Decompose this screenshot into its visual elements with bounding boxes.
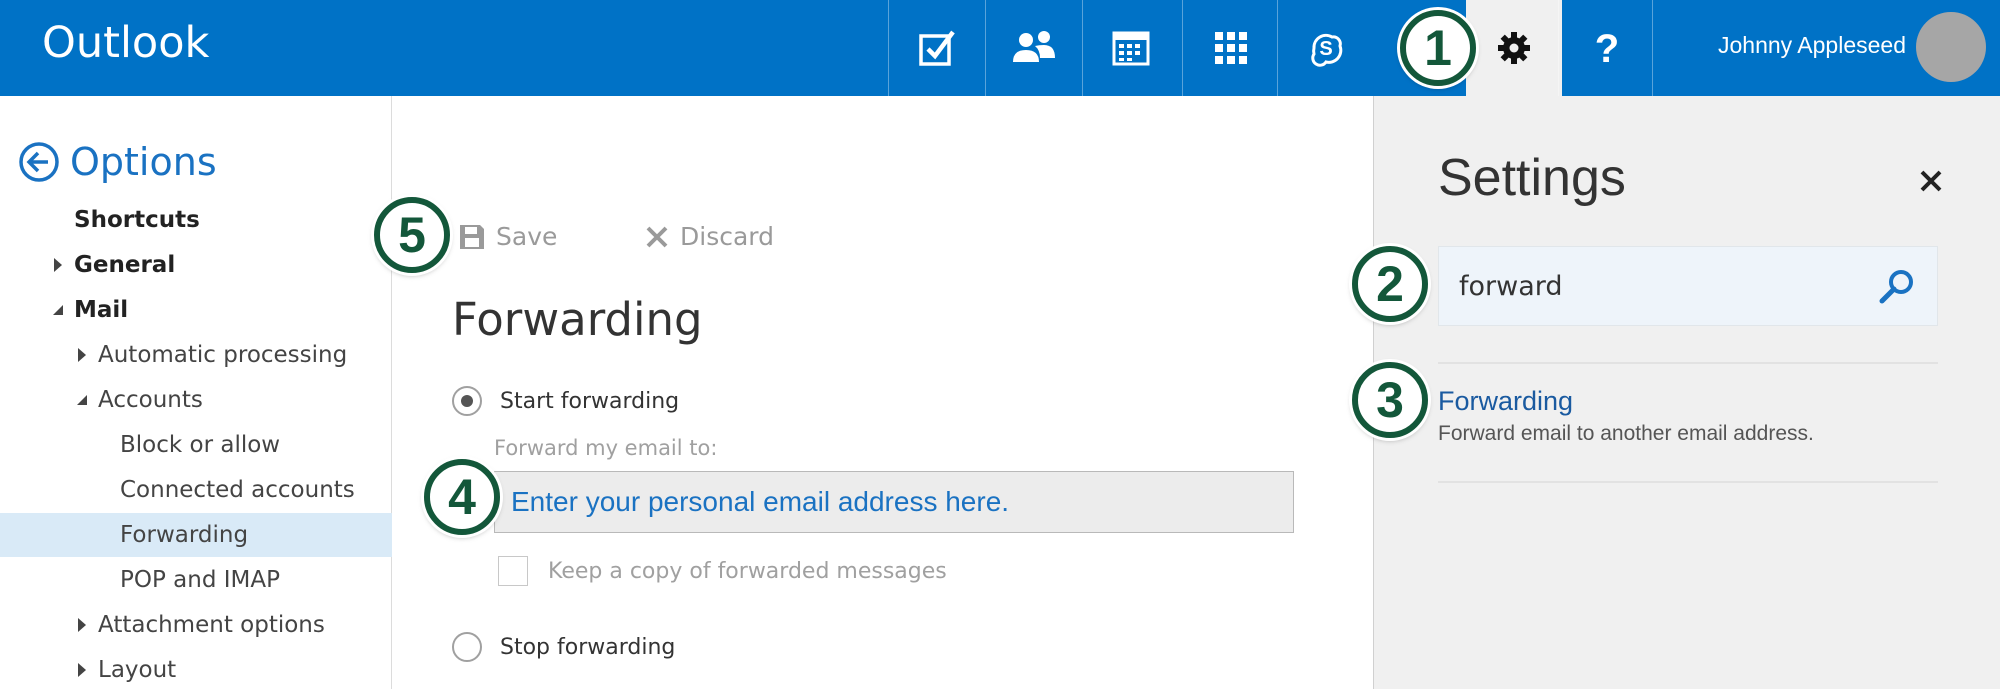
nav-item-general[interactable]: General: [0, 243, 392, 287]
nav-item-label: Layout: [98, 657, 177, 683]
keep-copy-checkbox[interactable]: [498, 556, 528, 586]
options-title: Options: [70, 140, 217, 184]
nav-item-label: Connected accounts: [120, 477, 355, 503]
search-result-description: Forward email to another email address.: [1438, 422, 1814, 445]
tasks-icon: [918, 30, 955, 66]
start-forwarding-radio[interactable]: [452, 386, 482, 416]
nav-item-forwarding[interactable]: Forwarding: [0, 513, 392, 557]
callout-badge-5: 5: [374, 197, 450, 273]
discard-label: Discard: [680, 222, 774, 251]
callout-badge-4: 4: [424, 459, 500, 535]
calendar-button[interactable]: [1082, 0, 1178, 96]
caret-right-icon: [74, 348, 90, 362]
nav-item-label: Accounts: [98, 387, 203, 413]
tasks-button[interactable]: [888, 0, 984, 96]
nav-item-attachment-options[interactable]: Attachment options: [0, 603, 392, 647]
caret-down-icon: [74, 395, 90, 405]
divider: [1438, 362, 1938, 364]
nav-item-automatic-processing[interactable]: Automatic processing: [0, 333, 392, 377]
app-brand[interactable]: Outlook: [42, 18, 209, 68]
save-label: Save: [496, 222, 558, 251]
settings-gear-button[interactable]: [1466, 0, 1562, 96]
settings-panel: Settings Forwarding Forward email to ano…: [1373, 96, 2000, 689]
nav-item-label: POP and IMAP: [120, 567, 280, 593]
caret-down-icon: [50, 305, 66, 315]
caret-right-icon: [74, 663, 90, 677]
help-icon: ?: [1594, 28, 1618, 68]
start-forwarding-option[interactable]: Start forwarding: [452, 386, 679, 416]
search-result-forwarding-link[interactable]: Forwarding: [1438, 386, 1573, 417]
nav-item-layout[interactable]: Layout: [0, 648, 392, 689]
stop-forwarding-radio[interactable]: [452, 632, 482, 662]
nav-item-label: Mail: [74, 297, 129, 323]
people-icon: [1012, 31, 1055, 62]
caret-right-icon: [74, 618, 90, 632]
help-button[interactable]: ?: [1558, 0, 1654, 96]
close-icon: [1920, 170, 1942, 192]
page-title: Forwarding: [452, 293, 703, 346]
settings-title: Settings: [1438, 149, 1626, 207]
save-icon: [460, 224, 484, 249]
back-arrow-icon: [19, 142, 59, 182]
stop-forwarding-option[interactable]: Stop forwarding: [452, 632, 675, 662]
settings-search-box[interactable]: [1438, 246, 1938, 326]
stop-forwarding-label: Stop forwarding: [500, 634, 676, 660]
nav-item-label: Shortcuts: [74, 207, 200, 233]
avatar[interactable]: [1916, 12, 1986, 82]
app-launcher-button[interactable]: [1182, 0, 1278, 96]
svg-text:?: ?: [1594, 28, 1618, 68]
search-icon[interactable]: [1877, 267, 1917, 312]
keep-copy-label: Keep a copy of forwarded messages: [548, 558, 947, 584]
caret-right-icon: [50, 258, 66, 272]
top-bar: Outlook S ? Johnny Appleseed: [0, 0, 2000, 96]
options-nav: Options Shortcuts General Mail Automatic…: [0, 96, 392, 689]
app-launcher-icon: [1214, 32, 1247, 64]
nav-item-accounts[interactable]: Accounts: [0, 378, 392, 422]
keep-copy-option[interactable]: Keep a copy of forwarded messages: [498, 556, 947, 586]
nav-item-label: Attachment options: [98, 612, 325, 638]
user-name[interactable]: Johnny Appleseed: [1718, 32, 1906, 59]
nav-item-label: Automatic processing: [98, 342, 348, 368]
settings-search-input[interactable]: [1459, 270, 1859, 302]
topbar-divider: [1652, 0, 1653, 96]
nav-item-shortcuts[interactable]: Shortcuts: [0, 198, 392, 242]
svg-text:S: S: [1319, 38, 1332, 60]
forward-email-input[interactable]: Enter your personal email address here.: [494, 471, 1294, 533]
nav-item-label: Block or allow: [120, 432, 281, 458]
nav-item-connected-accounts[interactable]: Connected accounts: [0, 468, 392, 512]
nav-item-block-or-allow[interactable]: Block or allow: [0, 423, 392, 467]
skype-button[interactable]: S: [1277, 0, 1373, 96]
nav-item-mail[interactable]: Mail: [0, 288, 392, 332]
close-icon: [646, 226, 668, 247]
save-button[interactable]: Save: [458, 222, 557, 251]
callout-badge-1: 1: [1400, 10, 1476, 86]
calendar-icon: [1112, 31, 1149, 66]
skype-icon: S: [1310, 33, 1342, 67]
start-forwarding-label: Start forwarding: [500, 388, 680, 414]
gear-icon: [1498, 32, 1530, 64]
nav-item-label: Forwarding: [120, 522, 249, 548]
nav-item-pop-and-imap[interactable]: POP and IMAP: [0, 558, 392, 602]
forward-to-label: Forward my email to:: [494, 436, 718, 460]
people-button[interactable]: [985, 0, 1081, 96]
discard-button[interactable]: Discard: [644, 222, 774, 251]
back-to-options[interactable]: Options: [18, 140, 217, 184]
divider: [1438, 481, 1938, 483]
callout-badge-2: 2: [1352, 246, 1428, 322]
close-settings-button[interactable]: [1914, 164, 1948, 198]
callout-badge-3: 3: [1352, 362, 1428, 438]
nav-item-label: General: [74, 252, 176, 278]
